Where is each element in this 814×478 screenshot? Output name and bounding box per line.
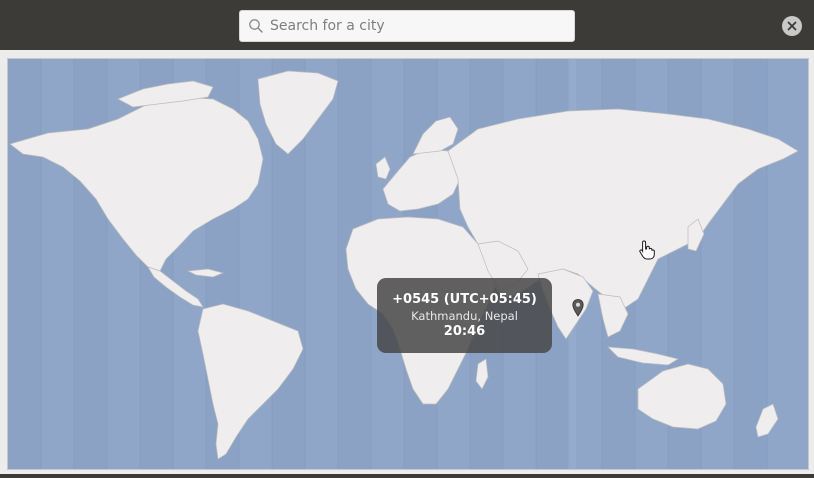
bottom-edge xyxy=(0,474,814,478)
location-pin-icon xyxy=(572,299,584,317)
timezone-offset: +0545 (UTC+05:45) xyxy=(392,292,537,307)
britain xyxy=(375,156,391,180)
timezone-map[interactable]: +0545 (UTC+05:45) Kathmandu, Nepal 20:46 xyxy=(7,58,809,470)
search-icon xyxy=(249,19,263,33)
city-search-box[interactable] xyxy=(239,10,575,42)
close-button[interactable] xyxy=(782,16,802,36)
greenland xyxy=(257,70,339,155)
timezone-panel: +0545 (UTC+05:45) Kathmandu, Nepal 20:46 xyxy=(0,50,814,478)
title-bar xyxy=(0,0,814,50)
europe xyxy=(382,148,461,212)
world-map xyxy=(8,59,799,469)
timezone-tooltip: +0545 (UTC+05:45) Kathmandu, Nepal 20:46 xyxy=(377,278,552,353)
australia xyxy=(637,363,727,430)
close-icon xyxy=(787,21,797,31)
hand-pointer-icon xyxy=(639,240,655,260)
city-search-input[interactable] xyxy=(270,11,566,41)
timezone-city: Kathmandu, Nepal xyxy=(411,309,518,323)
timezone-time: 20:46 xyxy=(443,324,486,339)
